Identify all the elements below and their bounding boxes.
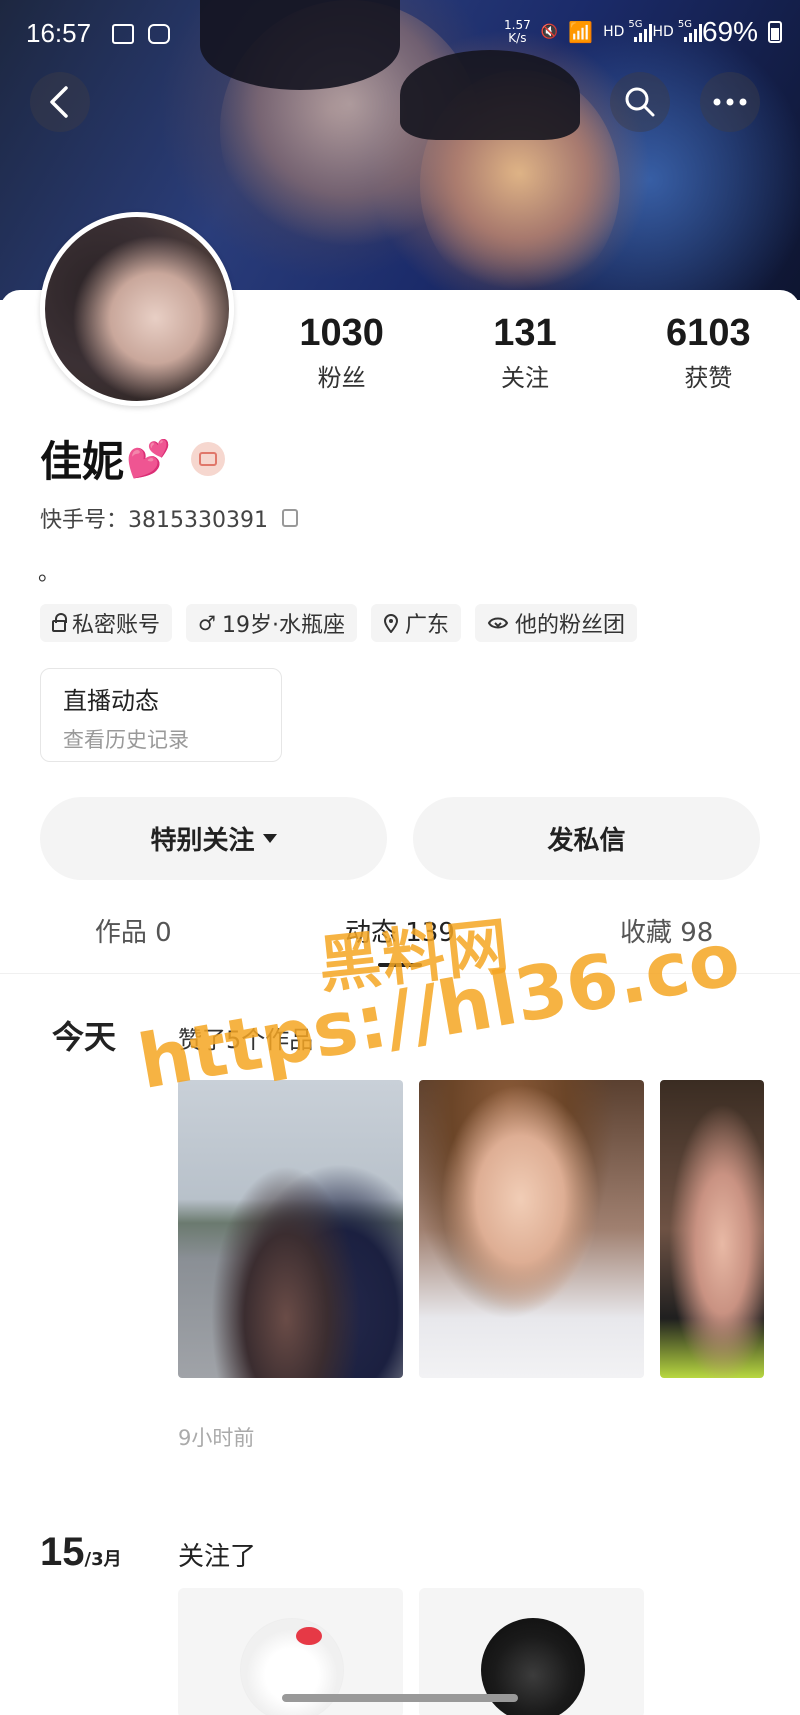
lock-icon (52, 613, 67, 632)
feed-item-time: 9小时前 (178, 1426, 255, 1450)
wifi-icon: 📶 (568, 20, 594, 44)
stat-followers[interactable]: 1030 粉丝 (250, 310, 433, 393)
search-button[interactable] (610, 72, 670, 132)
tab-favorites[interactable]: 收藏 98 (533, 898, 800, 973)
feed-day-label: 今天 (52, 1018, 117, 1056)
feed-date: 15 /3月 (40, 1530, 122, 1574)
tag-fan-club[interactable]: 他的粉丝团 (474, 604, 637, 642)
tag-private-account: 私密账号 (40, 604, 173, 642)
hearts-emoji: 💕 (126, 438, 171, 480)
tag-location: 广东 (370, 604, 461, 642)
gallery-notification-icon (112, 24, 134, 44)
search-icon (625, 87, 655, 117)
stat-likes[interactable]: 6103 获赞 (617, 310, 800, 393)
liked-work-thumbnail-3[interactable] (660, 1080, 764, 1378)
net-speed: 1.57 K/s (504, 18, 531, 45)
kuaishou-id: 快手号：3815330391 (40, 508, 268, 533)
battery-percent: 69% (701, 16, 758, 47)
stat-following[interactable]: 131 关注 (433, 310, 616, 393)
network-5g-1: 5G (628, 18, 643, 30)
back-button[interactable] (30, 72, 90, 132)
copy-icon[interactable] (276, 509, 298, 535)
profile-tabs: 作品 0 动态 139 收藏 98 (0, 898, 800, 974)
more-dots-icon (713, 98, 747, 106)
battery-icon (768, 21, 782, 43)
profile-bio: 。 (38, 561, 61, 586)
chevron-left-icon (50, 86, 68, 118)
special-follow-button[interactable]: 特别关注 (40, 797, 387, 880)
network-5g-2: 5G (677, 18, 692, 30)
send-message-button[interactable]: 发私信 (413, 797, 760, 880)
more-button[interactable] (700, 72, 760, 132)
profile-name: 佳妮 (40, 437, 125, 486)
profile-stats: 1030 粉丝 131 关注 6103 获赞 (250, 310, 800, 393)
followed-title: 关注了 (178, 1542, 257, 1572)
profile-tags: 私密账号 ♂ 19岁·水瓶座 广东 他的粉丝团 (40, 604, 637, 642)
kuaishou-id-row: 快手号：3815330391 (40, 502, 298, 535)
male-icon: ♂ (198, 611, 216, 635)
tag-age-zodiac: ♂ 19岁·水瓶座 (186, 604, 357, 642)
location-pin-icon (383, 614, 398, 633)
hd-badge-1: HD (603, 24, 625, 40)
liked-work-thumbnail-1[interactable] (178, 1080, 403, 1378)
profile-name-row: 佳妮 💕 (40, 428, 225, 489)
status-time: 16:57 (26, 18, 92, 48)
app-notification-icon (148, 24, 170, 44)
level-badge-icon[interactable] (190, 441, 225, 476)
home-indicator[interactable] (282, 1694, 518, 1702)
tab-works[interactable]: 作品 0 (0, 898, 267, 973)
tab-indicator (378, 963, 422, 967)
tab-activity[interactable]: 动态 139 (267, 898, 534, 973)
hd-badge-2: HD (652, 24, 674, 40)
status-bar: 16:57 1.57 K/s 🔇 📶 HD 5G HD 5G 69% (0, 0, 800, 70)
live-history-card[interactable]: 直播动态 查看历史记录 (40, 668, 282, 762)
mute-icon: 🔇 (540, 24, 559, 40)
feed-item-title: 赞了5个作品 (178, 1026, 314, 1054)
liked-work-thumbnail-2[interactable] (419, 1080, 644, 1378)
avatar[interactable] (40, 212, 234, 406)
fan-club-icon (487, 617, 509, 629)
caret-down-icon (262, 834, 277, 843)
